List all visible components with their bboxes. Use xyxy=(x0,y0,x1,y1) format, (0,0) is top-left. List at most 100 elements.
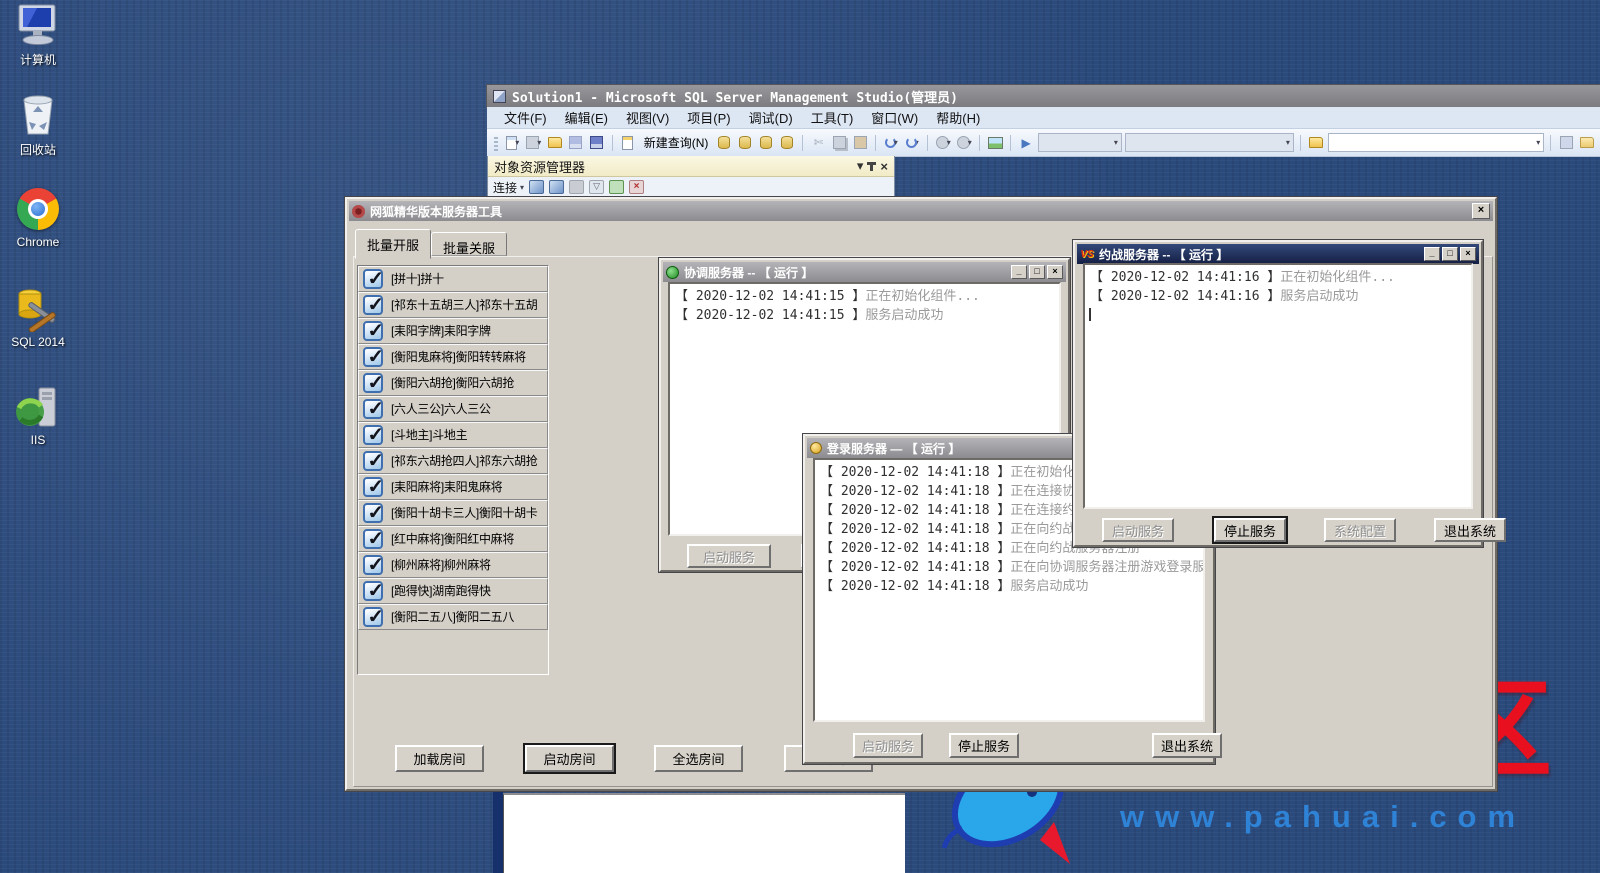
ssms-titlebar[interactable]: Solution1 - Microsoft SQL Server Managem… xyxy=(487,85,1600,107)
checkbox-checked-icon[interactable] xyxy=(363,321,383,341)
toolbar-combobox-small[interactable]: ▾ xyxy=(1038,133,1122,152)
object-explorer-header[interactable]: 对象资源管理器 ▾ × xyxy=(488,156,894,177)
menu-item[interactable]: 帮助(H) xyxy=(927,106,989,129)
checkbox-checked-icon[interactable] xyxy=(363,425,383,445)
room-list-item[interactable]: [耒阳麻将]耒阳鬼麻将 xyxy=(358,474,548,500)
room-list-item[interactable]: [祁东六胡抢四人]祁东六胡抢 xyxy=(358,448,548,474)
close-icon[interactable]: × xyxy=(880,159,888,174)
toolbar-combobox-medium[interactable]: ▾ xyxy=(1125,133,1294,152)
options-icon[interactable] xyxy=(1578,134,1596,152)
start-service-button[interactable]: 启动服务 xyxy=(853,733,923,758)
cut-icon[interactable]: ✄ xyxy=(809,134,827,152)
stop-service-button[interactable]: 停止服务 xyxy=(949,733,1019,758)
room-list-item[interactable]: [拼十]拼十 xyxy=(358,266,548,292)
checkbox-checked-icon[interactable] xyxy=(363,477,383,497)
desktop-icon-sql-2014[interactable]: SQL 2014 xyxy=(5,286,71,349)
database-script-icon[interactable] xyxy=(757,134,775,152)
checkbox-checked-icon[interactable] xyxy=(363,373,383,393)
filter-icon[interactable]: ▽ xyxy=(589,180,604,194)
save-icon[interactable] xyxy=(567,134,585,152)
database-edit-icon[interactable] xyxy=(736,134,754,152)
room-list-item[interactable]: [祁东十五胡三人]祁东十五胡 xyxy=(358,292,548,318)
image-icon[interactable] xyxy=(986,134,1004,152)
tab-batch-close[interactable]: 批量关服 xyxy=(431,232,507,256)
select-all-rooms-button[interactable]: 全选房间 xyxy=(654,745,743,772)
help-icon[interactable] xyxy=(1557,134,1575,152)
menu-item[interactable]: 编辑(E) xyxy=(556,106,617,129)
new-project-icon[interactable]: ▾ xyxy=(504,134,522,152)
maximize-button[interactable]: □ xyxy=(1029,265,1045,279)
room-list-item[interactable]: [斗地主]斗地主 xyxy=(358,422,548,448)
server-tool-titlebar[interactable]: 网狐精华版本服务器工具 × xyxy=(349,201,1493,221)
toolbar-grip[interactable] xyxy=(494,135,498,151)
template-explorer-icon[interactable] xyxy=(1307,134,1325,152)
close-button[interactable]: × xyxy=(1460,247,1476,261)
desktop-icon-computer[interactable]: 计算机 xyxy=(5,2,71,68)
menu-item[interactable]: 调试(D) xyxy=(740,106,802,129)
exit-system-button[interactable]: 退出系统 xyxy=(1434,518,1506,542)
disconnect-server-icon[interactable] xyxy=(549,180,564,194)
navigate-forward-icon[interactable]: ▾ xyxy=(955,134,973,152)
load-rooms-button[interactable]: 加载房间 xyxy=(395,745,484,772)
refresh-icon[interactable] xyxy=(609,180,624,194)
paste-icon[interactable] xyxy=(851,134,869,152)
connect-button[interactable]: 连接 xyxy=(493,179,517,196)
room-list-item[interactable]: [跑得快]湖南跑得快 xyxy=(358,578,548,604)
pin-icon[interactable] xyxy=(870,162,873,171)
save-all-icon[interactable] xyxy=(588,134,606,152)
match-server-titlebar[interactable]: VS 约战服务器 -- 【 运行 】 _ □ × xyxy=(1077,244,1479,264)
close-button[interactable]: × xyxy=(1472,203,1490,219)
desktop-icon-iis[interactable]: IIS xyxy=(5,384,71,447)
checkbox-checked-icon[interactable] xyxy=(363,529,383,549)
window-position-icon[interactable]: ▾ xyxy=(857,158,864,174)
checkbox-checked-icon[interactable] xyxy=(363,581,383,601)
maximize-button[interactable]: □ xyxy=(1442,247,1458,261)
checkbox-checked-icon[interactable] xyxy=(363,555,383,575)
desktop-icon-chrome[interactable]: Chrome xyxy=(5,186,71,249)
stop-service-button[interactable]: 停止服务 xyxy=(1214,518,1286,542)
execute-icon[interactable]: ▶ xyxy=(1017,134,1035,152)
menu-item[interactable]: 视图(V) xyxy=(617,106,678,129)
desktop-icon-recycle-bin[interactable]: 回收站 xyxy=(5,92,71,158)
new-query-button[interactable]: 新建查询(N) xyxy=(640,134,713,151)
stop-icon[interactable] xyxy=(569,180,584,194)
database-query-icon[interactable] xyxy=(715,134,733,152)
menu-item[interactable]: 文件(F) xyxy=(495,106,556,129)
room-list-item[interactable]: [耒阳字牌]耒阳字牌 xyxy=(358,318,548,344)
room-list-item[interactable]: [衡阳鬼麻将]衡阳转转麻将 xyxy=(358,344,548,370)
minimize-button[interactable]: _ xyxy=(1424,247,1440,261)
menu-item[interactable]: 项目(P) xyxy=(678,106,739,129)
minimize-button[interactable]: _ xyxy=(1011,265,1027,279)
checkbox-checked-icon[interactable] xyxy=(363,347,383,367)
close-button[interactable]: × xyxy=(1047,265,1063,279)
tab-batch-open[interactable]: 批量开服 xyxy=(355,229,431,259)
navigate-back-icon[interactable]: ▾ xyxy=(934,134,952,152)
menu-item[interactable]: 窗口(W) xyxy=(862,106,927,129)
room-list-item[interactable]: [衡阳二五八]衡阳二五八 xyxy=(358,604,548,630)
add-item-icon[interactable]: ▾ xyxy=(525,134,543,152)
redo-icon[interactable]: ▾ xyxy=(903,134,921,152)
start-rooms-button[interactable]: 启动房间 xyxy=(525,745,614,772)
checkbox-checked-icon[interactable] xyxy=(363,269,383,289)
search-combobox[interactable]: ▾ xyxy=(1328,133,1544,152)
coordination-server-titlebar[interactable]: 协调服务器 -- 【 运行 】 _ □ × xyxy=(663,262,1066,282)
start-service-button[interactable]: 启动服务 xyxy=(687,544,771,568)
checkbox-checked-icon[interactable] xyxy=(363,607,383,627)
system-config-button[interactable]: 系统配置 xyxy=(1324,518,1396,542)
open-file-icon[interactable] xyxy=(546,134,564,152)
room-list-item[interactable]: [六人三公]六人三公 xyxy=(358,396,548,422)
connect-server-icon[interactable] xyxy=(529,180,544,194)
room-list-item[interactable]: [红中麻将]衡阳红中麻将 xyxy=(358,526,548,552)
checkbox-checked-icon[interactable] xyxy=(363,399,383,419)
start-service-button[interactable]: 启动服务 xyxy=(1102,518,1174,542)
chevron-down-icon[interactable]: ▾ xyxy=(520,183,524,192)
undo-icon[interactable]: ▾ xyxy=(882,134,900,152)
database-open-icon[interactable] xyxy=(778,134,796,152)
room-list-item[interactable]: [柳州麻将]柳州麻将 xyxy=(358,552,548,578)
checkbox-checked-icon[interactable] xyxy=(363,451,383,471)
copy-icon[interactable] xyxy=(830,134,848,152)
new-query-icon[interactable] xyxy=(619,134,637,152)
room-list-item[interactable]: [衡阳六胡抢]衡阳六胡抢 xyxy=(358,370,548,396)
room-list-item[interactable]: [衡阳十胡卡三人]衡阳十胡卡 xyxy=(358,500,548,526)
checkbox-checked-icon[interactable] xyxy=(363,503,383,523)
